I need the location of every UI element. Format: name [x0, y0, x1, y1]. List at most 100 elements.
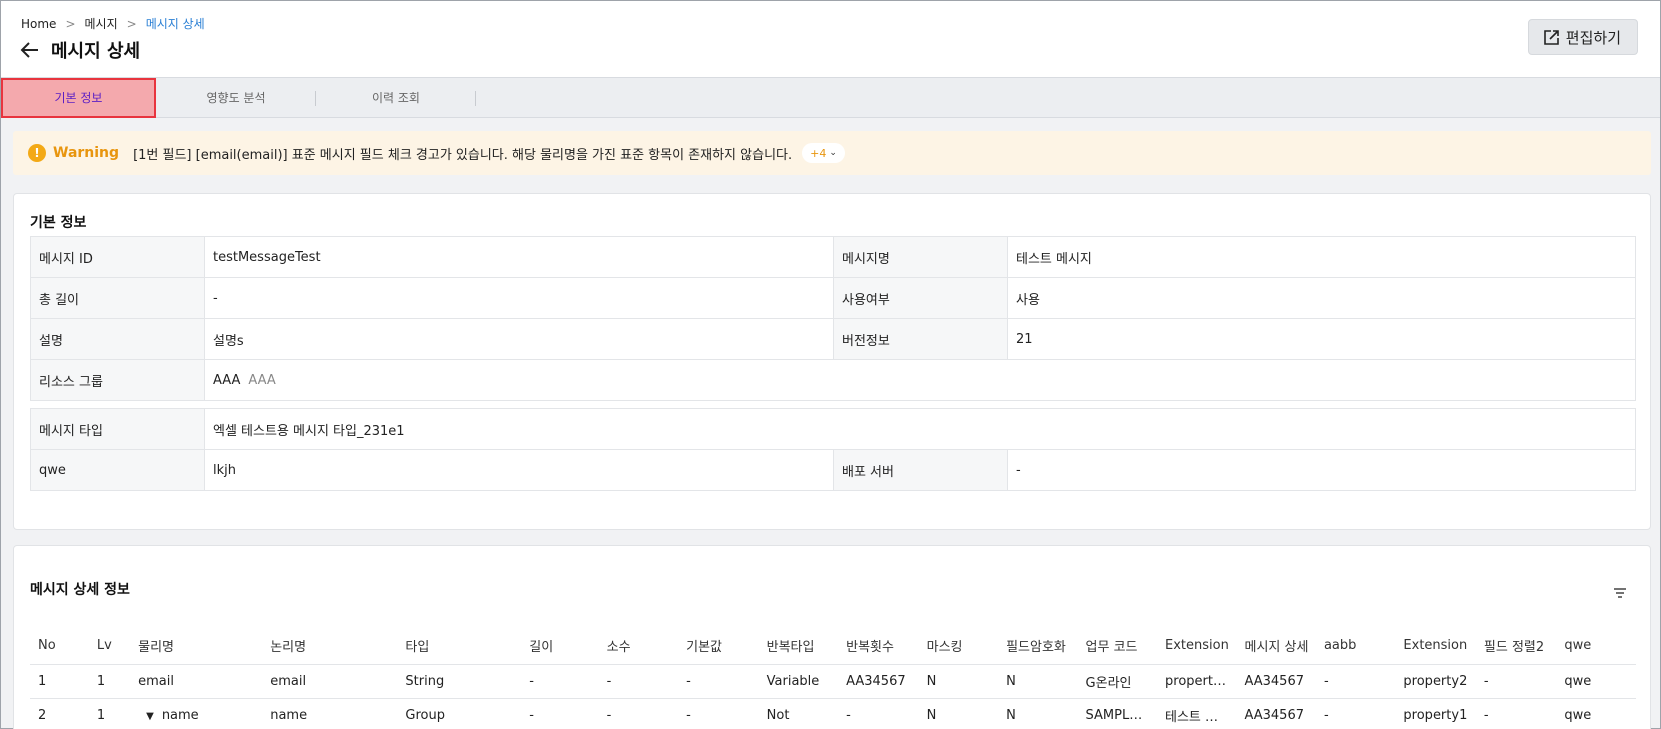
table-cell: property1 [1395, 698, 1476, 729]
tab-label: 이력 조회 [372, 91, 420, 105]
column-header[interactable]: 타입 [397, 628, 522, 665]
column-header[interactable]: Lv [88, 628, 131, 665]
column-header[interactable]: 물리명 [130, 628, 263, 665]
basic-info-table: 메시지 ID testMessageTest 메시지명 테스트 메시지 총 길이… [30, 236, 1636, 401]
warning-icon: ! [28, 144, 46, 162]
table-cell: G온라인 [1077, 664, 1158, 699]
label-deploy-server: 배포 서버 [833, 449, 1008, 491]
tab-bar: 기본 정보 영향도 분석 이력 조회 [1, 77, 1660, 118]
tab-divider [475, 90, 476, 106]
value-use: 사용 [1007, 277, 1636, 319]
column-header[interactable]: 반복횟수 [838, 628, 919, 665]
warning-more-button[interactable]: +4 ⌄ [802, 143, 845, 163]
warning-text: [1번 필드] [email(email)] 표준 메시지 필드 체크 경고가 … [133, 147, 793, 163]
column-header[interactable]: 메시지 상세 [1236, 628, 1316, 665]
table-cell: 1 [88, 698, 131, 729]
label-description: 설명 [30, 318, 205, 360]
back-arrow-icon[interactable] [19, 39, 41, 61]
column-header[interactable]: 기본값 [678, 628, 759, 665]
column-header[interactable]: 마스킹 [918, 628, 999, 665]
breadcrumb-current: 메시지 상세 [145, 17, 205, 31]
chevron-down-icon: ⌄ [829, 148, 837, 158]
table-cell: N [918, 698, 999, 729]
table-cell: N [998, 698, 1078, 729]
column-header[interactable]: 필드 정렬2 [1475, 628, 1557, 665]
table-cell: Variable [758, 664, 839, 699]
warning-banner: ! Warning [1번 필드] [email(email)] 표준 메시지 … [13, 131, 1651, 175]
table-cell: - [598, 664, 679, 699]
message-detail-title: 메시지 상세 정보 [30, 582, 130, 598]
table-cell: AA34567 [1236, 664, 1316, 699]
table-cell: qwe [1556, 698, 1636, 729]
column-header[interactable]: Extension [1395, 628, 1476, 665]
table-cell: name [262, 698, 398, 729]
table-cell: - [598, 698, 679, 729]
tab-basic-info[interactable]: 기본 정보 [1, 77, 156, 118]
table-cell: - [521, 664, 599, 699]
page-header: Home > 메시지 > 메시지 상세 메시지 상세 편집하기 [1, 1, 1660, 78]
table-cell: String [397, 664, 522, 699]
value-description: 설명s [204, 318, 834, 360]
tab-history[interactable]: 이력 조회 [316, 78, 476, 118]
table-cell: ▼ name [130, 698, 263, 729]
table-row[interactable]: 1 1 email email String - - - Variable AA34567 N N G온… [30, 664, 1636, 699]
column-header[interactable]: 업무 코드 [1077, 628, 1158, 665]
label-version: 버전정보 [833, 318, 1008, 360]
edit-button[interactable]: 편집하기 [1527, 19, 1638, 55]
table-cell: - [838, 698, 919, 729]
table-cell: - [678, 698, 759, 729]
column-header[interactable]: 반복타입 [758, 628, 839, 665]
value-message-id: testMessageTest [204, 236, 834, 278]
table-cell: SAMPLE… [1077, 698, 1158, 729]
column-header[interactable]: 논리명 [262, 628, 398, 665]
table-cell: email [262, 664, 398, 699]
column-header[interactable]: No [30, 628, 89, 665]
label-qwe: qwe [30, 449, 205, 491]
label-total-length: 총 길이 [30, 277, 205, 319]
column-header[interactable]: aabb [1315, 628, 1396, 665]
column-header[interactable]: Extension [1157, 628, 1237, 665]
table-cell: - [1475, 698, 1557, 729]
table-cell: 2 [30, 698, 89, 729]
table-cell: - [678, 664, 759, 699]
message-detail-card: 메시지 상세 정보 No Lv 물리명 논리명 타입 길이 소수 기본값 반복타입 반복횟수 마스킹… [13, 545, 1651, 729]
breadcrumb: Home > 메시지 > 메시지 상세 [21, 15, 205, 32]
table-cell: Group [397, 698, 522, 729]
edit-button-label: 편집하기 [1565, 28, 1621, 47]
table-header-row: No Lv 물리명 논리명 타입 길이 소수 기본값 반복타입 반복횟수 마스킹 필드암호화 업무 코드… [30, 628, 1636, 665]
column-header[interactable]: 소수 [598, 628, 679, 665]
table-cell: 1 [30, 664, 89, 699]
column-header[interactable]: qwe [1556, 628, 1636, 665]
breadcrumb-home[interactable]: Home [21, 17, 56, 31]
message-detail-table: No Lv 물리명 논리명 타입 길이 소수 기본값 반복타입 반복횟수 마스킹 필드암호화 업무 코드… [30, 628, 1636, 729]
table-cell: AA34567 [1236, 698, 1316, 729]
value-message-type: 엑셀 테스트용 메시지 타입_231e1 [204, 408, 1636, 450]
value-message-name: 테스트 메시지 [1007, 236, 1636, 278]
label-message-id: 메시지 ID [30, 236, 205, 278]
value-resource-group: AAA AAA [204, 359, 1636, 401]
breadcrumb-message[interactable]: 메시지 [85, 15, 118, 32]
chevron-right-icon: > [65, 16, 76, 31]
table-cell: property2 [1395, 664, 1476, 699]
value-deploy-server: - [1007, 449, 1636, 491]
value-total-length: - [204, 277, 834, 319]
label-message-type: 메시지 타입 [30, 408, 205, 450]
message-type-table: 메시지 타입 엑셀 테스트용 메시지 타입_231e1 qwe lkjh 배포 … [30, 408, 1636, 491]
table-cell: 테스트 … [1157, 698, 1237, 729]
table-cell: 1 [88, 664, 131, 699]
column-header[interactable]: 필드암호화 [998, 628, 1078, 665]
filter-icon[interactable] [1612, 586, 1628, 600]
table-row[interactable]: 2 1 ▼ name name Group - - - Not - N N SAMPLE… 테스트 … AA3… [30, 698, 1636, 729]
resource-group-name: AAA [213, 372, 241, 388]
label-resource-group: 리소스 그룹 [30, 359, 205, 401]
label-message-name: 메시지명 [833, 236, 1008, 278]
tab-impact-analysis[interactable]: 영향도 분석 [156, 78, 316, 118]
column-header[interactable]: 길이 [521, 628, 599, 665]
table-cell: property1 [1157, 664, 1237, 699]
value-qwe: lkjh [204, 449, 834, 491]
value-version: 21 [1007, 318, 1636, 360]
table-cell: - [1315, 664, 1396, 699]
expand-triangle-icon[interactable]: ▼ [146, 711, 154, 722]
table-cell: Not [758, 698, 839, 729]
table-cell: - [521, 698, 599, 729]
